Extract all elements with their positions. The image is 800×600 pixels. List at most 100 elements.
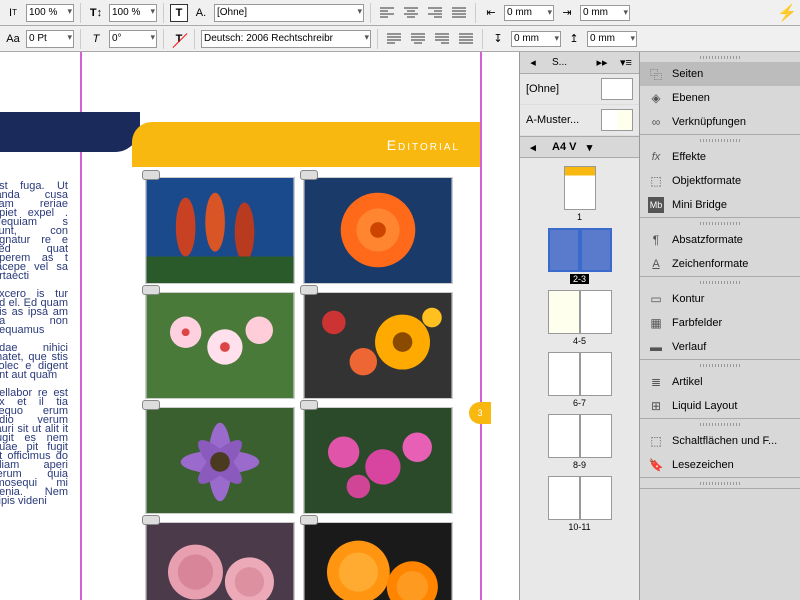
text-stroke-icon[interactable]: T [170, 30, 188, 48]
page-thumb-4-5[interactable]: 4-5 [548, 290, 612, 346]
skew-input[interactable] [109, 30, 157, 48]
justify-right-icon[interactable] [432, 30, 452, 48]
vertical-scale-input[interactable] [26, 4, 74, 22]
page-size-dropdown-icon[interactable]: ▾ [580, 138, 598, 156]
minibridge-icon: Mb [648, 197, 664, 213]
image-frame[interactable] [145, 522, 295, 600]
panel-artikel[interactable]: ≣Artikel [640, 370, 800, 394]
page-size-label: A4 V [552, 141, 576, 153]
language-select[interactable] [201, 30, 371, 48]
master-none-row[interactable]: [Ohne] [520, 74, 639, 105]
layers-icon: ◈ [648, 90, 664, 106]
panel-ebenen[interactable]: ◈Ebenen [640, 86, 800, 110]
panel-verlauf[interactable]: ▬Verlauf [640, 335, 800, 359]
space-before-icon[interactable]: ↧ [489, 30, 507, 48]
panel-liquid-layout[interactable]: ⊞Liquid Layout [640, 394, 800, 418]
panel-objektformate[interactable]: ⬚Objektformate [640, 169, 800, 193]
panel-zeichenformate[interactable]: AZeichenformate [640, 252, 800, 276]
panel-grip[interactable] [640, 52, 800, 62]
quick-apply-icon[interactable]: ⚡ [778, 4, 796, 22]
char-width-icon[interactable]: T↕ [87, 4, 105, 22]
image-frame[interactable] [145, 292, 295, 399]
body-text-column[interactable]: est fuga. Ut landa cusa tiam reriae upie… [0, 182, 68, 506]
panel-minibridge[interactable]: MbMini Bridge [640, 193, 800, 217]
image-frame[interactable] [145, 407, 295, 514]
baseline-input[interactable] [26, 30, 74, 48]
space-before-input[interactable] [511, 31, 561, 47]
editorial-label: Editorial [387, 137, 460, 153]
object-styles-icon: ⬚ [648, 173, 664, 189]
gradient-icon: ▬ [648, 339, 664, 355]
panel-grip[interactable] [640, 135, 800, 145]
panel-grip[interactable] [640, 360, 800, 370]
justify-left-icon[interactable] [384, 30, 404, 48]
char-style-icon[interactable]: A. [192, 4, 210, 22]
page-thumb-8-9[interactable]: 8-9 [548, 414, 612, 470]
image-frame[interactable] [145, 177, 295, 284]
char-styles-icon: A [648, 256, 664, 272]
space-after-input[interactable] [587, 31, 637, 47]
image-frame[interactable] [303, 522, 453, 600]
page-thumb-6-7[interactable]: 6-7 [548, 352, 612, 408]
panel-effekte[interactable]: fxEffekte [640, 145, 800, 169]
align-justify-icon[interactable] [449, 4, 469, 22]
document-canvas[interactable]: Editorial est fuga. Ut landa cusa tiam r… [0, 52, 520, 600]
pages-icon: ⿻ [648, 66, 664, 82]
indent-left-input[interactable] [504, 5, 554, 21]
panel-seiten[interactable]: ⿻Seiten [640, 62, 800, 86]
justify-all-icon[interactable] [456, 30, 476, 48]
page-thumb-2-3[interactable]: 2-3 [548, 228, 612, 284]
panel-farbfelder[interactable]: ▦Farbfelder [640, 311, 800, 335]
effects-icon: fx [648, 149, 664, 165]
text-fill-icon[interactable]: T [170, 4, 188, 22]
panel-absatzformate[interactable]: ¶Absatzformate [640, 228, 800, 252]
toolbar-top: IT T↕ T A. ⇤ ⇥ ⚡ [0, 0, 800, 26]
align-left-icon[interactable] [377, 4, 397, 22]
indent-first-icon[interactable]: ⇥ [558, 4, 576, 22]
image-frame[interactable] [303, 407, 453, 514]
panel-grip[interactable] [640, 218, 800, 228]
panel-verknupfungen[interactable]: ∞Verknüpfungen [640, 110, 800, 134]
align-center-icon[interactable] [401, 4, 421, 22]
pages-tab[interactable]: S... [548, 55, 571, 70]
space-after-icon[interactable]: ↥ [565, 30, 583, 48]
panel-lesezeichen[interactable]: 🔖Lesezeichen [640, 453, 800, 477]
align-right-icon[interactable] [425, 4, 445, 22]
page-number-tab: 3 [469, 402, 491, 424]
page-thumb-1[interactable]: 1 [564, 166, 596, 222]
panel-menu-icon[interactable]: ▾≡ [617, 54, 635, 72]
page-thumb-10-11[interactable]: 10-11 [548, 476, 612, 532]
links-icon: ∞ [648, 114, 664, 130]
right-panels: ⿻Seiten ◈Ebenen ∞Verknüpfungen fxEffekte… [640, 52, 800, 600]
panel-kontur[interactable]: ▭Kontur [640, 287, 800, 311]
panel-collapse-icon[interactable]: ◂ [524, 54, 542, 72]
image-frame[interactable] [303, 292, 453, 399]
justify-center-icon[interactable] [408, 30, 428, 48]
horizontal-scale-input[interactable] [109, 4, 157, 22]
pages-list: 1 2-3 4-5 6-7 8-9 [520, 158, 639, 600]
page-header-yellow: Editorial [132, 122, 480, 167]
image-frame[interactable] [303, 177, 453, 284]
image-grid [145, 177, 453, 600]
liquid-icon: ⊞ [648, 398, 664, 414]
indent-left-icon[interactable]: ⇤ [482, 4, 500, 22]
pages-panel: ◂ S... ▸▸ ▾≡ [Ohne] A-Muster... ◂ A4 V ▾… [520, 52, 640, 600]
skew-icon[interactable]: T [87, 30, 105, 48]
bookmarks-icon: 🔖 [648, 457, 664, 473]
panel-grip[interactable] [640, 419, 800, 429]
swatches-icon: ▦ [648, 315, 664, 331]
panel-schaltflaechen[interactable]: ⬚Schaltflächen und F... [640, 429, 800, 453]
char-style-select[interactable] [214, 4, 364, 22]
pages-collapse-icon[interactable]: ◂ [524, 138, 542, 156]
indent-first-input[interactable] [580, 5, 630, 21]
stroke-icon: ▭ [648, 291, 664, 307]
baseline-shift-icon[interactable]: Aa [4, 30, 22, 48]
panel-grip[interactable] [640, 478, 800, 488]
article-icon: ≣ [648, 374, 664, 390]
char-vertical-scale-icon[interactable]: IT [4, 4, 22, 22]
paragraph-styles-icon: ¶ [648, 232, 664, 248]
panel-prev-icon[interactable]: ▸▸ [593, 54, 611, 72]
master-a-row[interactable]: A-Muster... [520, 105, 639, 136]
panel-grip[interactable] [640, 277, 800, 287]
buttons-icon: ⬚ [648, 433, 664, 449]
